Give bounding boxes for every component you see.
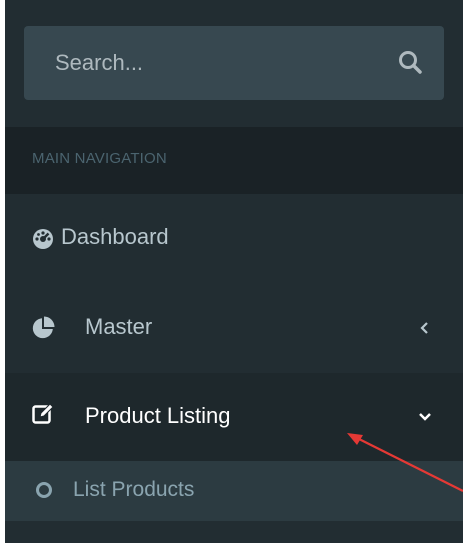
sidebar-item-label: Master bbox=[85, 314, 153, 339]
edit-icon bbox=[32, 403, 54, 424]
search-form bbox=[24, 26, 444, 100]
sidebar-item-master[interactable]: Master bbox=[5, 284, 463, 372]
sidebar-item-label: Product Listing bbox=[85, 403, 231, 428]
sidebar-item-dashboard[interactable]: Dashboard bbox=[5, 194, 463, 282]
chevron-down-icon bbox=[419, 413, 431, 421]
sidebar-item-product-listing[interactable]: Product Listing bbox=[5, 373, 463, 461]
search-input[interactable] bbox=[24, 26, 364, 100]
submenu-item-list-products[interactable]: List Products bbox=[5, 461, 463, 521]
pie-chart-icon bbox=[32, 316, 55, 339]
active-indicator bbox=[5, 373, 9, 461]
dashboard-icon bbox=[33, 229, 53, 249]
search-area bbox=[5, 0, 463, 127]
sidebar-item-label: Dashboard bbox=[61, 224, 169, 249]
search-icon bbox=[399, 51, 422, 74]
product-listing-submenu: List Products bbox=[5, 461, 463, 521]
chevron-left-icon bbox=[420, 322, 428, 334]
circle-icon bbox=[36, 482, 52, 498]
main-navigation-header: MAIN NAVIGATION bbox=[5, 127, 463, 194]
search-button[interactable] bbox=[396, 48, 426, 78]
main-navigation-label: MAIN NAVIGATION bbox=[32, 150, 167, 167]
sidebar: MAIN NAVIGATION Dashboard Master Produ bbox=[5, 0, 463, 543]
submenu-item-label: List Products bbox=[73, 478, 195, 501]
